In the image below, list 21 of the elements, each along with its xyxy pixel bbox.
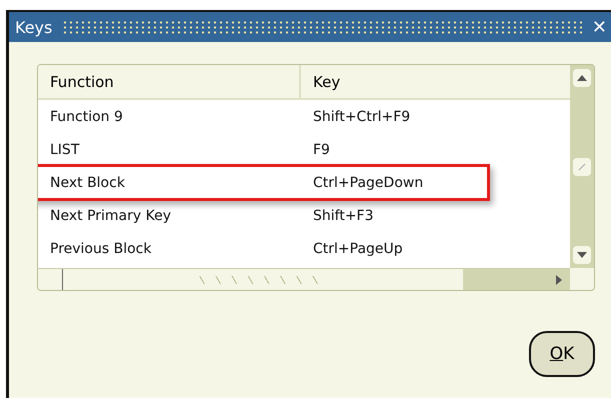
table-cell-text: Shift+F3 (312, 208, 375, 224)
table-cell-text: Next Primary Key (49, 208, 172, 224)
scroll-thumb-icon[interactable] (573, 158, 591, 176)
table-cell-text: LIST (49, 142, 80, 158)
table-cell-text: Ctrl+PageUp (312, 240, 404, 256)
column-header[interactable]: Function (38, 65, 301, 98)
table-cell-text: Shift+Ctrl+F9 (312, 108, 412, 124)
table-cell-text: Next Block (49, 174, 126, 190)
table-cell-text: Previous Block (49, 240, 152, 256)
table-cell-text: Ctrl+PageDown (312, 174, 424, 190)
scroll-up-icon[interactable] (573, 69, 591, 87)
close-icon[interactable]: ✕ (592, 16, 607, 38)
column-header[interactable]: Key (301, 65, 570, 98)
scroll-right-icon[interactable] (554, 274, 564, 286)
ok-button[interactable]: OK (529, 331, 595, 377)
vertical-scrollbar[interactable] (570, 65, 594, 268)
table-cell-text: Function 9 (49, 108, 124, 124)
table-cell-text: F9 (312, 142, 331, 158)
scroll-down-icon[interactable] (573, 246, 591, 264)
window-title: Keys (15, 18, 52, 36)
horizontal-scrollbar[interactable] (38, 268, 570, 290)
